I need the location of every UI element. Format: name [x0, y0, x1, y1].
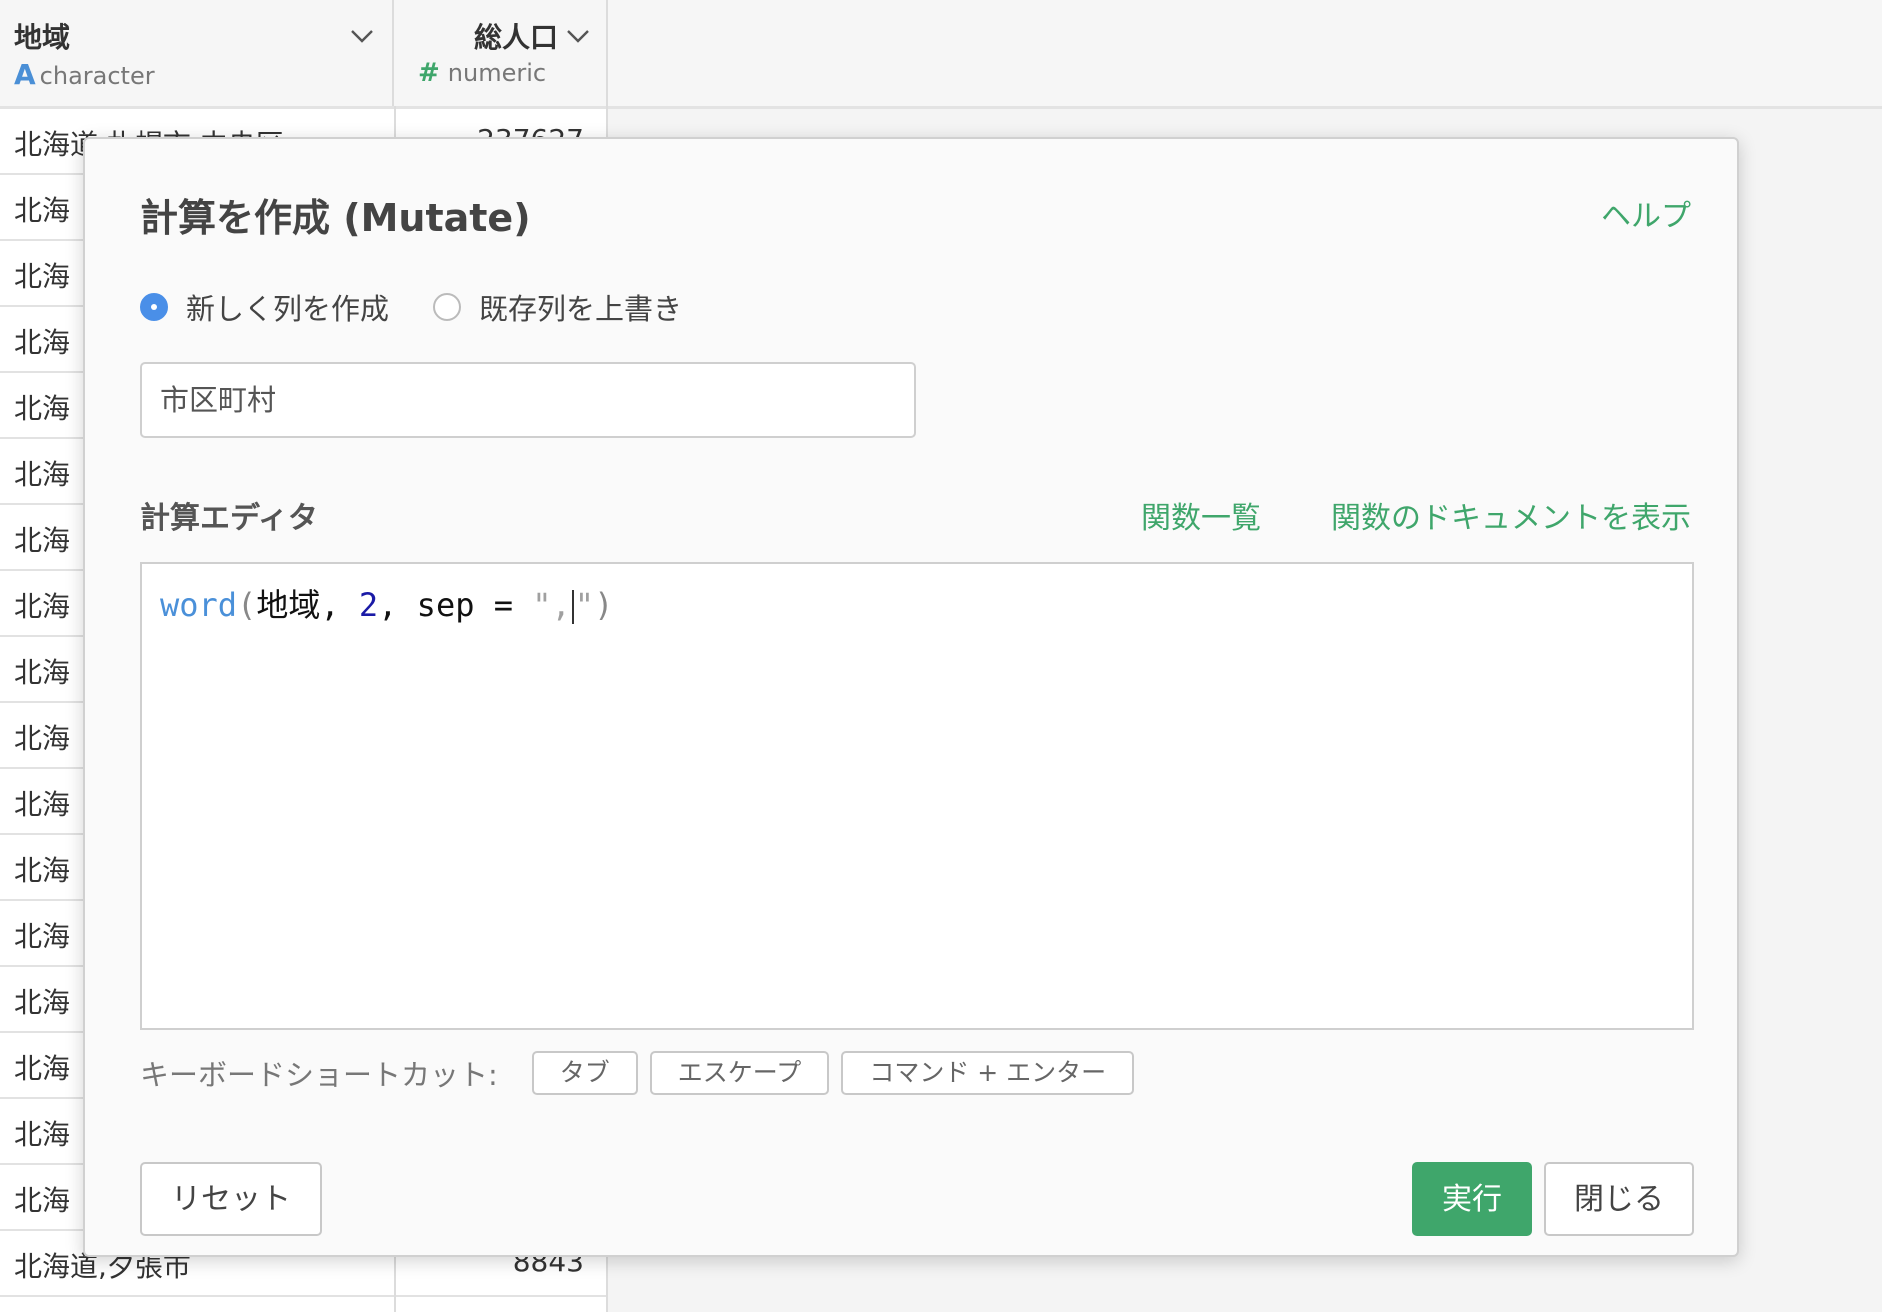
cell-region: 北海	[14, 194, 71, 227]
grid-header: 地域 Acharacter 総人口 # numeric	[0, 0, 1882, 109]
mutate-dialog: 計算を作成 (Mutate) ヘルプ 新しく列を作成 既存列を上書き 市区町村 …	[83, 137, 1739, 1257]
shortcut-label: キーボードショートカット:	[140, 1058, 498, 1092]
cell-region: 北海	[14, 656, 71, 689]
shortcut-command-enter: コマンド + エンター	[841, 1051, 1135, 1095]
code-line: word(地域, 2, sep = ", ")	[160, 586, 614, 624]
cell-region: 北海	[14, 986, 71, 1019]
radio-overwrite-column[interactable]	[433, 293, 462, 321]
cell-region: 北海	[14, 590, 71, 623]
run-button[interactable]: 実行	[1412, 1162, 1532, 1236]
radio-new-column[interactable]	[140, 293, 168, 321]
cell-region: 北海	[14, 260, 71, 293]
cell-region: 北海	[14, 1052, 71, 1085]
cell-region: 北海	[14, 392, 71, 425]
column-header-region[interactable]: 地域 Acharacter	[0, 0, 394, 106]
cell-region: 北海	[14, 524, 71, 557]
cell-region: 北海	[14, 326, 71, 359]
cell-region: 北海	[14, 458, 71, 491]
column-type: Acharacter	[14, 58, 155, 91]
editor-label: 計算エディタ	[140, 501, 318, 536]
radio-new-column-label[interactable]: 新しく列を作成	[186, 286, 389, 328]
character-type-icon: A	[14, 58, 36, 91]
column-name: 地域	[14, 21, 71, 54]
shortcut-tab: タブ	[531, 1051, 638, 1095]
chevron-down-icon[interactable]	[566, 28, 590, 44]
dialog-title: 計算を作成 (Mutate)	[140, 196, 531, 240]
column-name: 総人口	[473, 21, 558, 54]
help-link[interactable]: ヘルプ	[1601, 191, 1691, 235]
cell-region: 北海	[14, 722, 71, 755]
column-header-population[interactable]: 総人口 # numeric	[394, 0, 608, 106]
cell-region: 北海	[14, 1184, 71, 1217]
shortcut-escape: エスケープ	[649, 1051, 830, 1095]
chevron-down-icon[interactable]	[350, 28, 374, 44]
mode-radio-group: 新しく列を作成 既存列を上書き	[140, 287, 726, 327]
new-column-name-input[interactable]: 市区町村	[140, 362, 916, 438]
function-list-link[interactable]: 関数一覧	[1141, 493, 1261, 537]
function-docs-link[interactable]: 関数のドキュメントを表示	[1331, 493, 1691, 537]
cell-region: 北海	[14, 920, 71, 953]
close-button[interactable]: 閉じる	[1544, 1162, 1694, 1236]
cell-region: 北海	[14, 854, 71, 887]
cell-region: 北海	[14, 788, 71, 821]
column-type: # numeric	[418, 58, 547, 88]
cell-region: 北海	[14, 1118, 71, 1151]
keyboard-shortcuts: キーボードショートカット: タブ エスケープ コマンド + エンター	[140, 1049, 1146, 1097]
code-editor[interactable]: word(地域, 2, sep = ", ")	[140, 562, 1694, 1030]
text-caret	[571, 590, 574, 624]
numeric-type-icon: #	[418, 58, 440, 88]
reset-button[interactable]: リセット	[140, 1162, 322, 1236]
radio-overwrite-column-label[interactable]: 既存列を上書き	[479, 286, 682, 328]
